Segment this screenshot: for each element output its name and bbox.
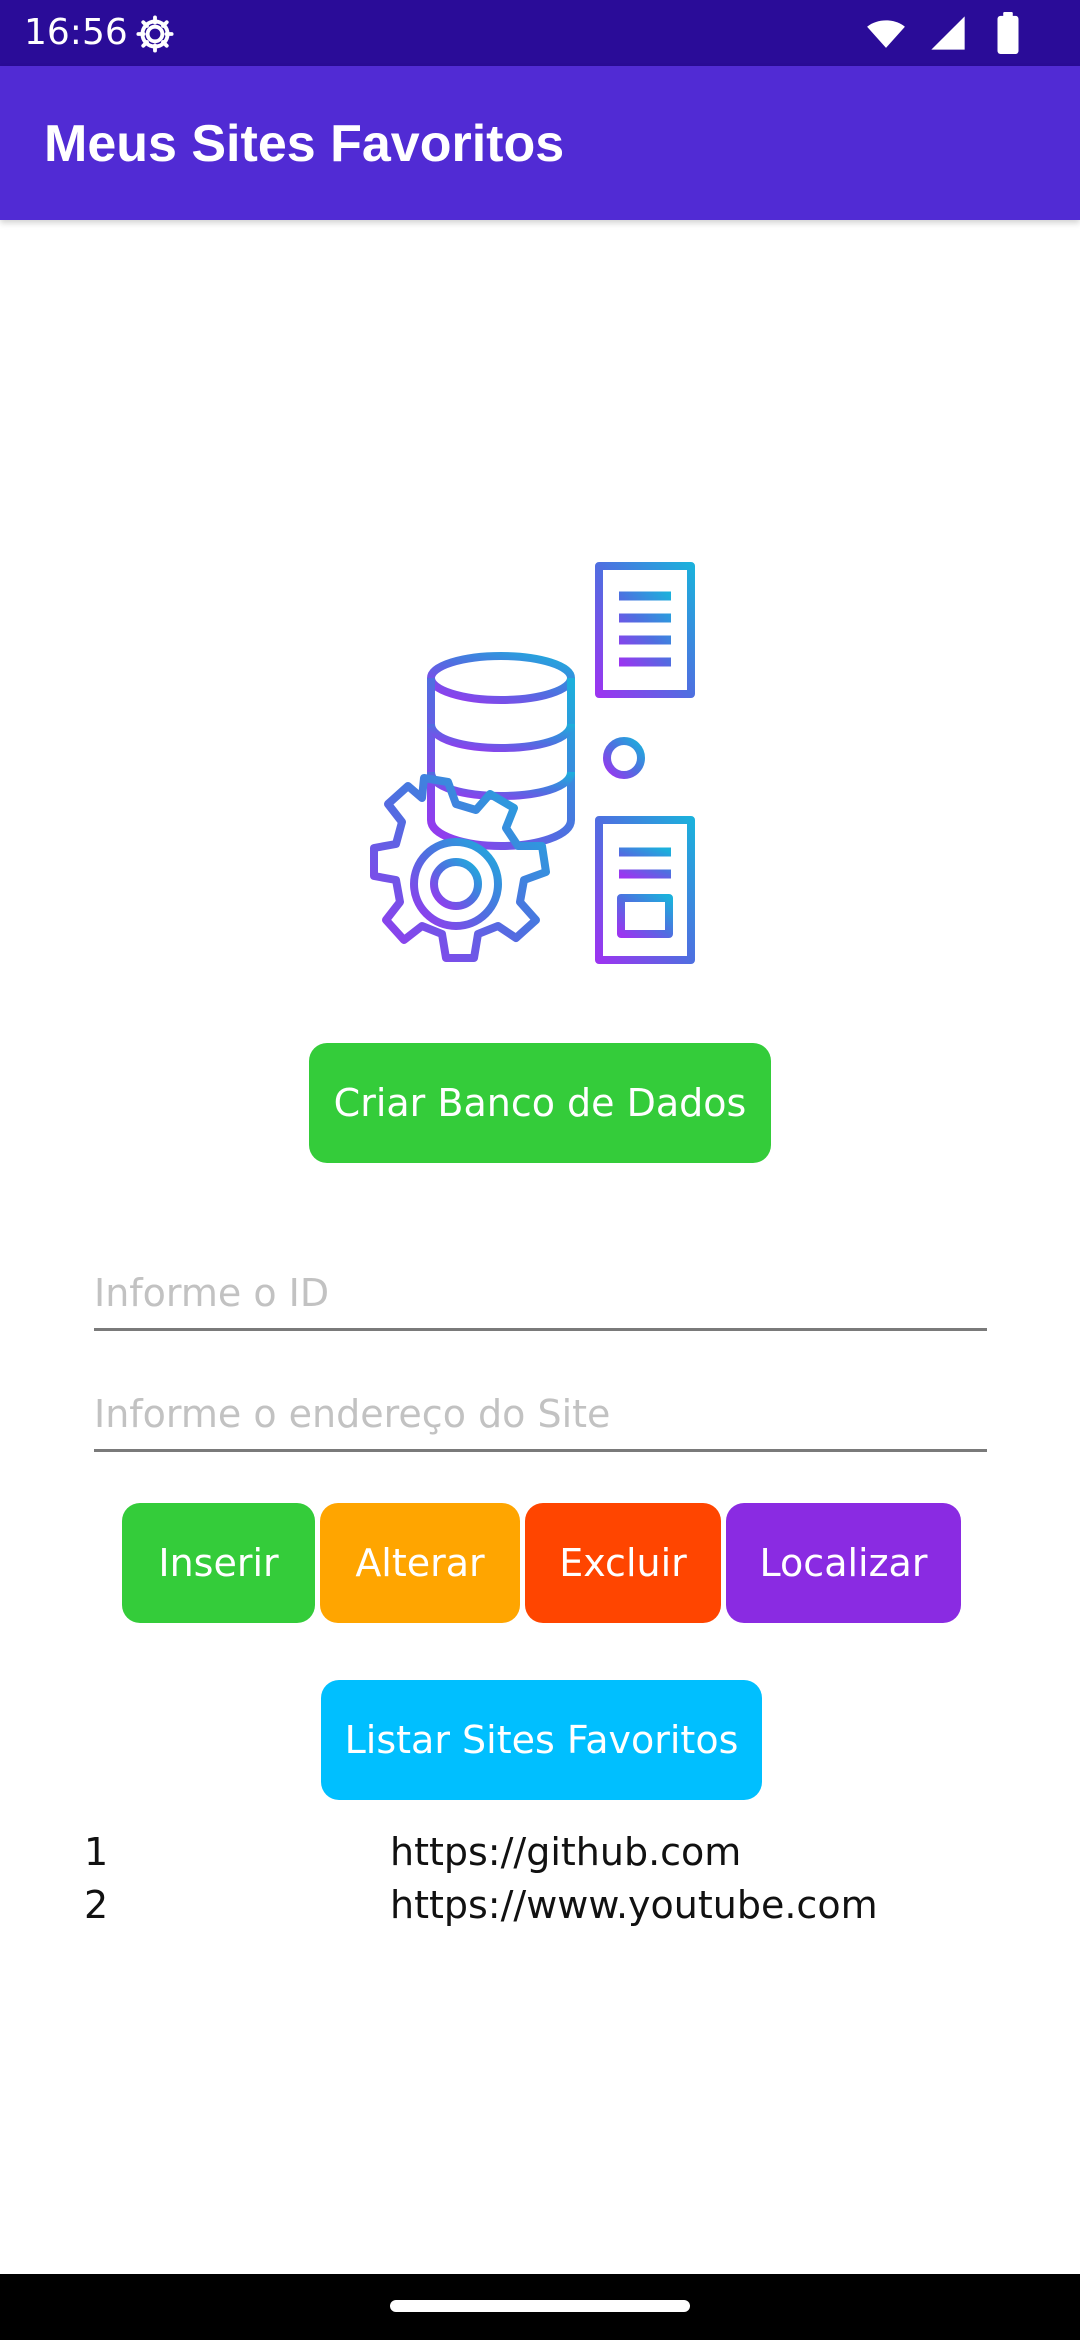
site-address-input[interactable]: [94, 1379, 987, 1449]
settings-gear-icon: [136, 15, 174, 53]
database-gear-documents-icon: [370, 562, 695, 964]
page-title: Meus Sites Favoritos: [44, 115, 565, 173]
home-gesture-handle[interactable]: [390, 2300, 690, 2312]
site-url: https://www.youtube.com: [390, 1883, 878, 1927]
site-url: https://github.com: [390, 1830, 742, 1874]
list-item[interactable]: 2 https://www.youtube.com: [0, 1879, 1080, 1932]
cellular-signal-icon: [931, 16, 965, 50]
alter-button[interactable]: Alterar: [320, 1503, 520, 1623]
list-favorite-sites-button[interactable]: Listar Sites Favoritos: [321, 1680, 762, 1800]
insert-button[interactable]: Inserir: [122, 1503, 315, 1623]
site-field-container: [94, 1379, 987, 1452]
app-bar: Meus Sites Favoritos: [0, 66, 1080, 220]
list-item[interactable]: 1 https://github.com: [0, 1826, 1080, 1879]
sites-list: 1 https://github.com 2 https://www.youtu…: [0, 1826, 1080, 1932]
find-button[interactable]: Localizar: [726, 1503, 961, 1623]
id-input[interactable]: [94, 1258, 987, 1328]
id-field-container: [94, 1258, 987, 1331]
site-id: 1: [84, 1830, 109, 1874]
wifi-icon: [867, 20, 905, 48]
site-id: 2: [84, 1883, 109, 1927]
create-database-button[interactable]: Criar Banco de Dados: [309, 1043, 771, 1163]
delete-button[interactable]: Excluir: [525, 1503, 721, 1623]
battery-icon: [997, 12, 1019, 54]
status-bar: 16:56: [0, 0, 1080, 66]
navigation-bar: [0, 2274, 1080, 2340]
status-time: 16:56: [24, 12, 128, 53]
